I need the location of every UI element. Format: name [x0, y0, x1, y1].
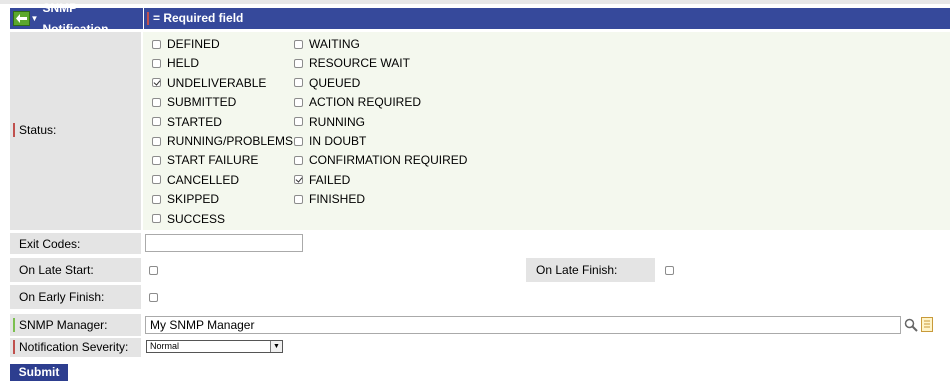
status-checkbox[interactable]: [152, 97, 161, 107]
status-option-label: START FAILURE: [167, 153, 259, 168]
snmp-manager-label: SNMP Manager:: [19, 318, 108, 332]
status-option-label: UNDELIVERABLE: [167, 75, 267, 90]
status-option-label: SKIPPED: [167, 192, 220, 207]
status-option[interactable]: RUNNING/PROBLEMS: [152, 132, 293, 150]
status-checkbox[interactable]: [294, 194, 303, 204]
on-late-finish-label: On Late Finish:: [536, 263, 618, 277]
required-legend: = Required field: [147, 8, 243, 29]
status-checkbox[interactable]: [294, 39, 303, 49]
details-list-icon[interactable]: [921, 317, 933, 332]
on-late-finish-label-cell: On Late Finish:: [526, 258, 655, 282]
dropdown-caret-icon[interactable]: ▼: [31, 8, 39, 29]
status-option-label: RESOURCE WAIT: [309, 56, 410, 71]
notification-severity-label: Notification Severity:: [19, 340, 129, 354]
on-late-start-label: On Late Start:: [19, 263, 94, 277]
status-option-label: FAILED: [309, 172, 351, 187]
status-option[interactable]: UNDELIVERABLE: [152, 74, 266, 92]
status-checkbox[interactable]: [152, 117, 161, 127]
status-checkbox[interactable]: [294, 117, 303, 127]
search-icon[interactable]: [904, 318, 918, 332]
status-option-label: CANCELLED: [167, 172, 240, 187]
status-checkbox[interactable]: [294, 155, 303, 165]
status-option[interactable]: STARTED: [152, 113, 222, 131]
status-checkbox-group: DEFINED HELD UNDELIVERABLE SUBMITTED STARTED…: [143, 32, 950, 230]
required-marker-icon: [13, 123, 15, 137]
status-option-label: IN DOUBT: [309, 134, 367, 148]
status-option-label: RUNNING/PROBLEMS: [167, 134, 294, 148]
status-checkbox[interactable]: [294, 97, 303, 107]
on-early-finish-label-cell: On Early Finish:: [10, 285, 141, 309]
status-checkbox[interactable]: [294, 58, 303, 68]
status-option-label: WAITING: [309, 37, 360, 51]
submit-button[interactable]: Submit: [10, 364, 68, 381]
chevron-down-icon: ▼: [270, 341, 282, 352]
status-option[interactable]: FAILED: [294, 171, 350, 189]
status-checkbox[interactable]: [152, 155, 161, 165]
header-title-cell: ▼ SNMP Notification: [10, 1, 144, 36]
status-option[interactable]: START FAILURE: [152, 151, 258, 169]
back-arrow-icon[interactable]: [13, 11, 30, 26]
status-option[interactable]: WAITING: [294, 35, 360, 53]
on-early-finish-checkbox[interactable]: [149, 293, 158, 302]
required-marker-icon: [147, 12, 149, 25]
status-option-label: RUNNING: [309, 114, 365, 129]
status-option-label: DEFINED: [167, 37, 220, 51]
status-checkbox[interactable]: [152, 136, 161, 146]
on-early-finish-label: On Early Finish:: [19, 290, 105, 304]
status-option-label: CONFIRMATION REQUIRED: [309, 153, 468, 168]
required-marker-icon: [13, 340, 15, 354]
status-checkbox[interactable]: [152, 194, 161, 204]
status-checkbox[interactable]: [294, 175, 303, 185]
status-option[interactable]: CONFIRMATION REQUIRED: [294, 151, 467, 169]
status-checkbox[interactable]: [152, 214, 161, 224]
status-option-label: SUBMITTED: [167, 95, 237, 110]
valid-marker-icon: [13, 318, 15, 332]
status-option[interactable]: SKIPPED: [152, 190, 219, 208]
status-option-label: QUEUED: [309, 75, 361, 90]
status-checkbox[interactable]: [294, 136, 303, 146]
status-option-label: ACTION REQUIRED: [309, 95, 422, 110]
status-option[interactable]: ACTION REQUIRED: [294, 93, 421, 111]
status-option[interactable]: RESOURCE WAIT: [294, 54, 410, 72]
notification-severity-value: Normal: [150, 341, 180, 351]
status-checkbox[interactable]: [152, 175, 161, 185]
status-checkbox[interactable]: [294, 78, 303, 88]
status-checkbox[interactable]: [152, 78, 161, 88]
status-option-label: FINISHED: [309, 192, 366, 207]
exit-codes-label: Exit Codes:: [19, 237, 81, 251]
status-checkbox[interactable]: [152, 58, 161, 68]
status-option[interactable]: DEFINED: [152, 35, 220, 53]
status-option[interactable]: SUCCESS: [152, 210, 225, 228]
form-header: ▼ SNMP Notification = Required field: [10, 1, 950, 36]
status-checkbox[interactable]: [152, 39, 161, 49]
on-late-finish-checkbox[interactable]: [665, 266, 674, 275]
on-late-start-label-cell: On Late Start:: [10, 258, 141, 282]
status-label-cell: Status:: [10, 32, 141, 230]
exit-codes-input[interactable]: [145, 234, 303, 252]
snmp-manager-label-cell: SNMP Manager:: [10, 314, 141, 336]
required-legend-text: = Required field: [153, 11, 244, 25]
status-label: Status:: [19, 123, 57, 137]
status-option[interactable]: IN DOUBT: [294, 132, 366, 150]
exit-codes-label-cell: Exit Codes:: [10, 233, 141, 254]
status-option-label: HELD: [167, 56, 200, 71]
status-option-label: SUCCESS: [167, 211, 226, 226]
status-option[interactable]: HELD: [152, 54, 199, 72]
on-late-start-checkbox[interactable]: [149, 266, 158, 275]
notification-severity-label-cell: Notification Severity:: [10, 338, 141, 357]
status-option-label: STARTED: [167, 114, 222, 129]
status-option[interactable]: QUEUED: [294, 74, 360, 92]
status-option[interactable]: SUBMITTED: [152, 93, 236, 111]
status-option[interactable]: FINISHED: [294, 190, 365, 208]
status-option[interactable]: CANCELLED: [152, 171, 239, 189]
notification-severity-select[interactable]: Normal ▼: [146, 340, 283, 353]
status-option[interactable]: RUNNING: [294, 113, 365, 131]
snmp-manager-input[interactable]: My SNMP Manager: [145, 316, 901, 334]
